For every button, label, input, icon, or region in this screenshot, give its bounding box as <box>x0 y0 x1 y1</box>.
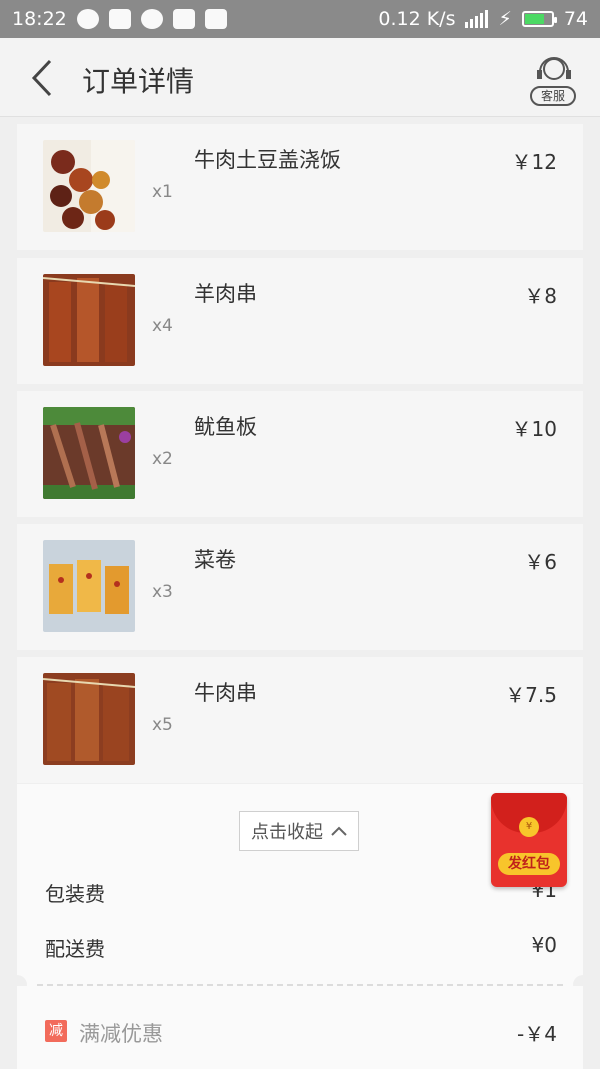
collapse-button[interactable]: 点击收起 <box>239 811 359 851</box>
item-name: 牛肉串 <box>194 681 257 705</box>
charging-icon: ⚡ <box>498 8 512 30</box>
item-quantity: x2 <box>152 449 173 469</box>
fee-label: 配送费 <box>45 937 105 961</box>
chevron-left-icon <box>31 59 52 97</box>
battery-level: 74 <box>563 8 588 30</box>
item-quantity: x5 <box>152 715 173 735</box>
item-name: 羊肉串 <box>194 282 257 306</box>
coin-icon: ¥ <box>519 817 539 837</box>
item-name: 菜卷 <box>194 548 236 572</box>
item-name: 牛肉土豆盖浇饭 <box>194 148 341 172</box>
order-item: x3 菜卷 ￥6 <box>17 524 583 650</box>
back-button[interactable] <box>28 58 64 98</box>
discount-section: 减 满减优惠 -￥4 <box>17 986 583 1067</box>
packaging-fee-row: 包装费 ¥1 <box>45 878 557 907</box>
shield-icon <box>204 9 227 29</box>
battery-icon <box>521 11 557 27</box>
signal-icon <box>465 10 489 28</box>
food-thumbnail <box>43 673 135 765</box>
discount-value: -￥4 <box>517 1022 557 1046</box>
page-title: 订单详情 <box>82 65 195 98</box>
delivery-fee-row: 配送费 ¥0 <box>45 933 557 962</box>
food-thumbnail <box>43 407 135 499</box>
food-thumbnail <box>43 274 135 366</box>
red-envelope-button[interactable]: ¥ 发红包 <box>491 793 567 887</box>
customer-service-label: 客服 <box>530 86 576 106</box>
item-quantity: x4 <box>152 316 173 336</box>
header: 订单详情 客服 <box>0 38 600 117</box>
item-price: ￥6 <box>524 550 557 574</box>
collapse-label: 点击收起 <box>251 822 323 843</box>
network-speed: 0.12 K/s <box>378 8 456 30</box>
item-quantity: x1 <box>152 182 173 202</box>
item-price: ￥12 <box>511 150 557 174</box>
order-item: x2 鱿鱼板 ￥10 <box>17 391 583 517</box>
discount-label: 满减优惠 <box>79 1022 163 1046</box>
status-bar: 18:22 0.12 K/s ⚡ 74 <box>0 0 600 38</box>
clock: 18:22 <box>12 8 67 30</box>
fee-label: 包装费 <box>45 882 105 906</box>
customer-service-button[interactable]: 客服 <box>528 52 580 108</box>
item-name: 鱿鱼板 <box>194 415 257 439</box>
item-quantity: x3 <box>152 582 173 602</box>
order-item: x4 羊肉串 ￥8 <box>17 258 583 384</box>
mail-icon <box>172 9 195 29</box>
chevron-up-icon <box>331 826 347 836</box>
tuan-icon <box>140 9 163 29</box>
baidu-icon <box>108 9 131 29</box>
item-price: ￥8 <box>524 284 557 308</box>
discount-badge: 减 <box>45 1020 67 1042</box>
food-thumbnail <box>43 540 135 632</box>
message-icon <box>76 9 99 29</box>
fee-value: ¥0 <box>531 933 557 957</box>
item-price: ￥7.5 <box>505 683 557 707</box>
order-item: x5 牛肉串 ￥7.5 <box>17 657 583 783</box>
food-thumbnail <box>43 140 135 232</box>
order-item: x1 牛肉土豆盖浇饭 ￥12 <box>17 124 583 250</box>
item-price: ￥10 <box>511 417 557 441</box>
red-envelope-label: 发红包 <box>498 853 560 875</box>
